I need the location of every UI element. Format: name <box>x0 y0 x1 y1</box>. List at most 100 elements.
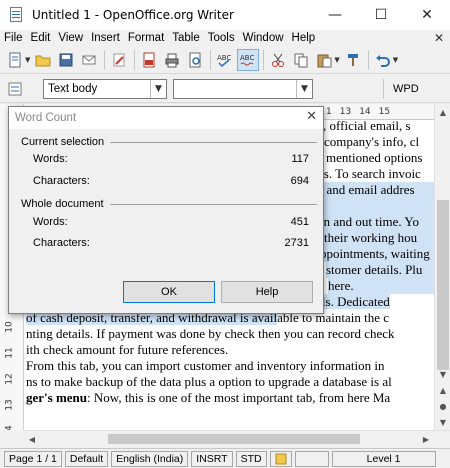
page-indicator[interactable]: Page 1 / 1 <box>4 450 62 467</box>
spellcheck-icon[interactable]: ABC <box>214 49 236 71</box>
menu-view[interactable]: View <box>54 32 87 44</box>
line-text: ppointments, waiting <box>320 246 434 262</box>
menu-help[interactable]: Help <box>288 32 320 44</box>
menu-insert[interactable]: Insert <box>87 32 124 44</box>
page-preview-icon[interactable] <box>184 49 206 71</box>
line-text: s, official email, s <box>318 118 411 133</box>
line-text: in and out time. Yo <box>320 214 434 230</box>
print-icon[interactable] <box>161 49 183 71</box>
scroll-left-icon[interactable]: ◀ <box>24 431 40 447</box>
line-text: here. <box>328 278 434 294</box>
vertical-scroll-thumb[interactable] <box>437 200 449 370</box>
document-characters-value: 2731 <box>284 237 309 249</box>
toolbar-separator <box>134 49 136 70</box>
language-indicator[interactable]: English (India) <box>111 450 189 467</box>
divider <box>109 203 317 205</box>
formatting-toolbar: Text body ▼ ▼ WPD <box>0 75 450 103</box>
dialog-title: Word Count <box>15 112 77 124</box>
whole-document-heading: Whole document <box>21 198 317 210</box>
standard-toolbar: ▼ ABC ABC ▼ ▼ <box>0 46 450 74</box>
toolbar-separator <box>383 78 384 99</box>
new-icon[interactable] <box>4 49 26 71</box>
wpd-label[interactable]: WPD <box>393 83 419 95</box>
selection-words-label: Words: <box>33 153 68 165</box>
format-paintbrush-icon[interactable] <box>342 49 364 71</box>
cut-icon[interactable] <box>267 49 289 71</box>
help-button[interactable]: Help <box>221 281 313 303</box>
menu-edit[interactable]: Edit <box>27 32 55 44</box>
outline-level-indicator: Level 1 <box>331 450 436 467</box>
svg-text:ABC: ABC <box>240 54 254 62</box>
scroll-down-icon[interactable]: ▼ <box>435 366 450 382</box>
line-text: : Now, this is one of the most important… <box>87 390 391 405</box>
minimize-button[interactable]: — <box>312 0 358 30</box>
text-line: nting details. If payment was done by ch… <box>26 326 434 342</box>
page-style-indicator[interactable]: Default <box>64 450 109 467</box>
horizontal-scroll-thumb[interactable] <box>108 434 360 444</box>
selection-characters-value: 694 <box>290 175 309 187</box>
ruler-tick: 13 <box>339 106 352 117</box>
save-icon[interactable] <box>55 49 77 71</box>
copy-icon[interactable] <box>290 49 312 71</box>
text-line: ith check amount for future references. <box>26 342 434 358</box>
writer-app-icon <box>8 7 24 23</box>
line-text: stomer details. Plu <box>326 262 434 278</box>
selection-highlight <box>320 198 434 214</box>
chevron-down-icon[interactable]: ▼ <box>296 79 312 98</box>
vertical-scrollbar[interactable]: ▲ ▼ ▲ ● ▼ <box>434 104 450 430</box>
digital-signature-field[interactable] <box>294 450 329 467</box>
close-icon[interactable]: ✕ <box>306 109 317 124</box>
selection-mode-indicator[interactable]: STD <box>235 450 267 467</box>
line-bold-text: ger's menu <box>26 390 88 405</box>
maximize-button[interactable]: ☐ <box>358 0 404 30</box>
vruler-num: 14 <box>5 425 15 430</box>
previous-page-icon[interactable]: ▲ <box>435 382 450 398</box>
undo-icon[interactable] <box>372 49 394 71</box>
word-count-dialog: Word Count ✕ Current selection Words: 11… <box>8 106 324 314</box>
paste-icon[interactable] <box>313 49 335 71</box>
document-modified-icon[interactable] <box>269 450 292 467</box>
scroll-right-icon[interactable]: ▶ <box>418 431 434 447</box>
open-icon[interactable] <box>32 49 54 71</box>
status-bar: Page 1 / 1 Default English (India) INSRT… <box>0 448 450 468</box>
text-line: ns to make backup of the data plus a opt… <box>26 374 434 390</box>
menu-table[interactable]: Table <box>168 32 204 44</box>
paragraph-style-select[interactable]: Text body ▼ <box>43 78 167 99</box>
styles-formatting-icon[interactable] <box>4 78 26 100</box>
toolbar-separator <box>263 49 265 70</box>
export-pdf-icon[interactable] <box>138 49 160 71</box>
close-button[interactable]: ✕ <box>404 0 450 30</box>
menu-file[interactable]: File <box>0 32 27 44</box>
help-button-label: Help <box>255 286 279 298</box>
window-title: Untitled 1 - OpenOffice.org Writer <box>32 8 234 22</box>
menu-window[interactable]: Window <box>239 32 288 44</box>
line-text: mentioned options <box>326 150 423 165</box>
horizontal-scrollbar[interactable]: ◀ ▶ <box>24 430 450 446</box>
menu-format[interactable]: Format <box>124 32 168 44</box>
line-text: From this tab, you can import customer a… <box>26 358 385 373</box>
scroll-up-icon[interactable]: ▲ <box>435 104 450 120</box>
document-characters-label: Characters: <box>33 237 90 249</box>
toolbar-separator <box>210 49 212 70</box>
chevron-down-icon[interactable]: ▼ <box>150 79 166 98</box>
line-text: ns to make backup of the data plus a opt… <box>26 374 392 389</box>
selection-words-value: 117 <box>291 153 309 165</box>
ruler-tick: 15 <box>378 106 391 117</box>
svg-text:ABC: ABC <box>217 54 231 62</box>
edit-file-icon[interactable] <box>108 49 130 71</box>
current-selection-label: Current selection <box>21 136 105 148</box>
menu-tools[interactable]: Tools <box>204 32 239 44</box>
whole-document-label: Whole document <box>21 198 104 210</box>
font-name-select[interactable]: ▼ <box>173 78 313 99</box>
ok-button[interactable]: OK <box>123 281 215 303</box>
ruler-tick: 1 <box>326 106 332 117</box>
dialog-title-bar: Word Count ✕ <box>9 107 323 129</box>
horizontal-ruler: 1 13 14 15 <box>318 104 438 120</box>
insert-mode-indicator[interactable]: INSRT <box>191 450 233 467</box>
next-page-icon[interactable]: ▼ <box>435 414 450 430</box>
navigator-icon[interactable]: ● <box>435 398 450 414</box>
close-document-icon[interactable]: ✕ <box>434 31 444 45</box>
autospellcheck-icon[interactable]: ABC <box>237 48 260 71</box>
email-icon[interactable] <box>78 49 100 71</box>
document-words-row: Words: 451 <box>33 216 309 228</box>
